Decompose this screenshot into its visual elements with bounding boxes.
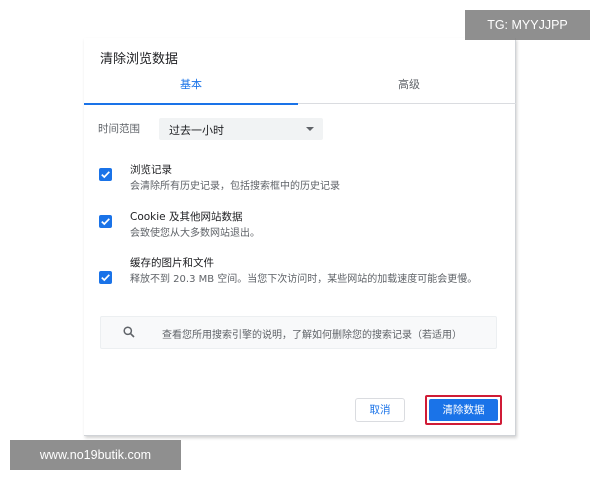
tab-advanced[interactable]: 高级 <box>302 74 516 104</box>
screenshot-stage: 清除浏览数据 基本 高级 时间范围 过去一小时 浏览记录 会清除所有历史记录，包… <box>0 0 600 480</box>
tab-basic[interactable]: 基本 <box>84 74 298 105</box>
tab-bar: 基本 高级 <box>84 74 516 105</box>
search-engine-info-link[interactable]: 查看您所用搜索引擎的说明，了解如何删除您的搜索记录（若适用） <box>100 316 497 349</box>
time-range-value: 过去一小时 <box>169 124 224 137</box>
cookies-checkbox[interactable] <box>99 215 112 228</box>
cancel-button[interactable]: 取消 <box>355 398 405 422</box>
cached-images-checkbox[interactable] <box>99 271 112 284</box>
checkmark-icon <box>101 218 110 226</box>
browsing-history-checkbox[interactable] <box>99 168 112 181</box>
option-description: 会清除所有历史记录，包括搜索框中的历史记录 <box>130 181 340 192</box>
chevron-down-icon <box>306 127 314 131</box>
option-title: 缓存的图片和文件 <box>130 257 214 269</box>
checkmark-icon <box>101 274 110 282</box>
clear-data-button[interactable]: 清除数据 <box>429 399 498 421</box>
option-description: 会致使您从大多数网站退出。 <box>130 228 260 239</box>
watermark-top: TG: MYYJJPP <box>465 10 590 40</box>
time-range-label: 时间范围 <box>98 123 140 135</box>
checkmark-icon <box>101 171 110 179</box>
option-description: 释放不到 20.3 MB 空间。当您下次访问时，某些网站的加载速度可能会更慢。 <box>130 274 478 285</box>
watermark-bottom: www.no19butik.com <box>10 440 181 470</box>
option-title: 浏览记录 <box>130 164 172 176</box>
option-title: Cookie 及其他网站数据 <box>130 211 243 223</box>
clear-browsing-data-dialog: 清除浏览数据 基本 高级 时间范围 过去一小时 浏览记录 会清除所有历史记录，包… <box>84 38 516 436</box>
search-icon <box>123 326 135 338</box>
time-range-select[interactable]: 过去一小时 <box>159 118 323 140</box>
search-info-text: 查看您所用搜索引擎的说明，了解如何删除您的搜索记录（若适用） <box>162 330 462 341</box>
dialog-title: 清除浏览数据 <box>100 52 179 67</box>
